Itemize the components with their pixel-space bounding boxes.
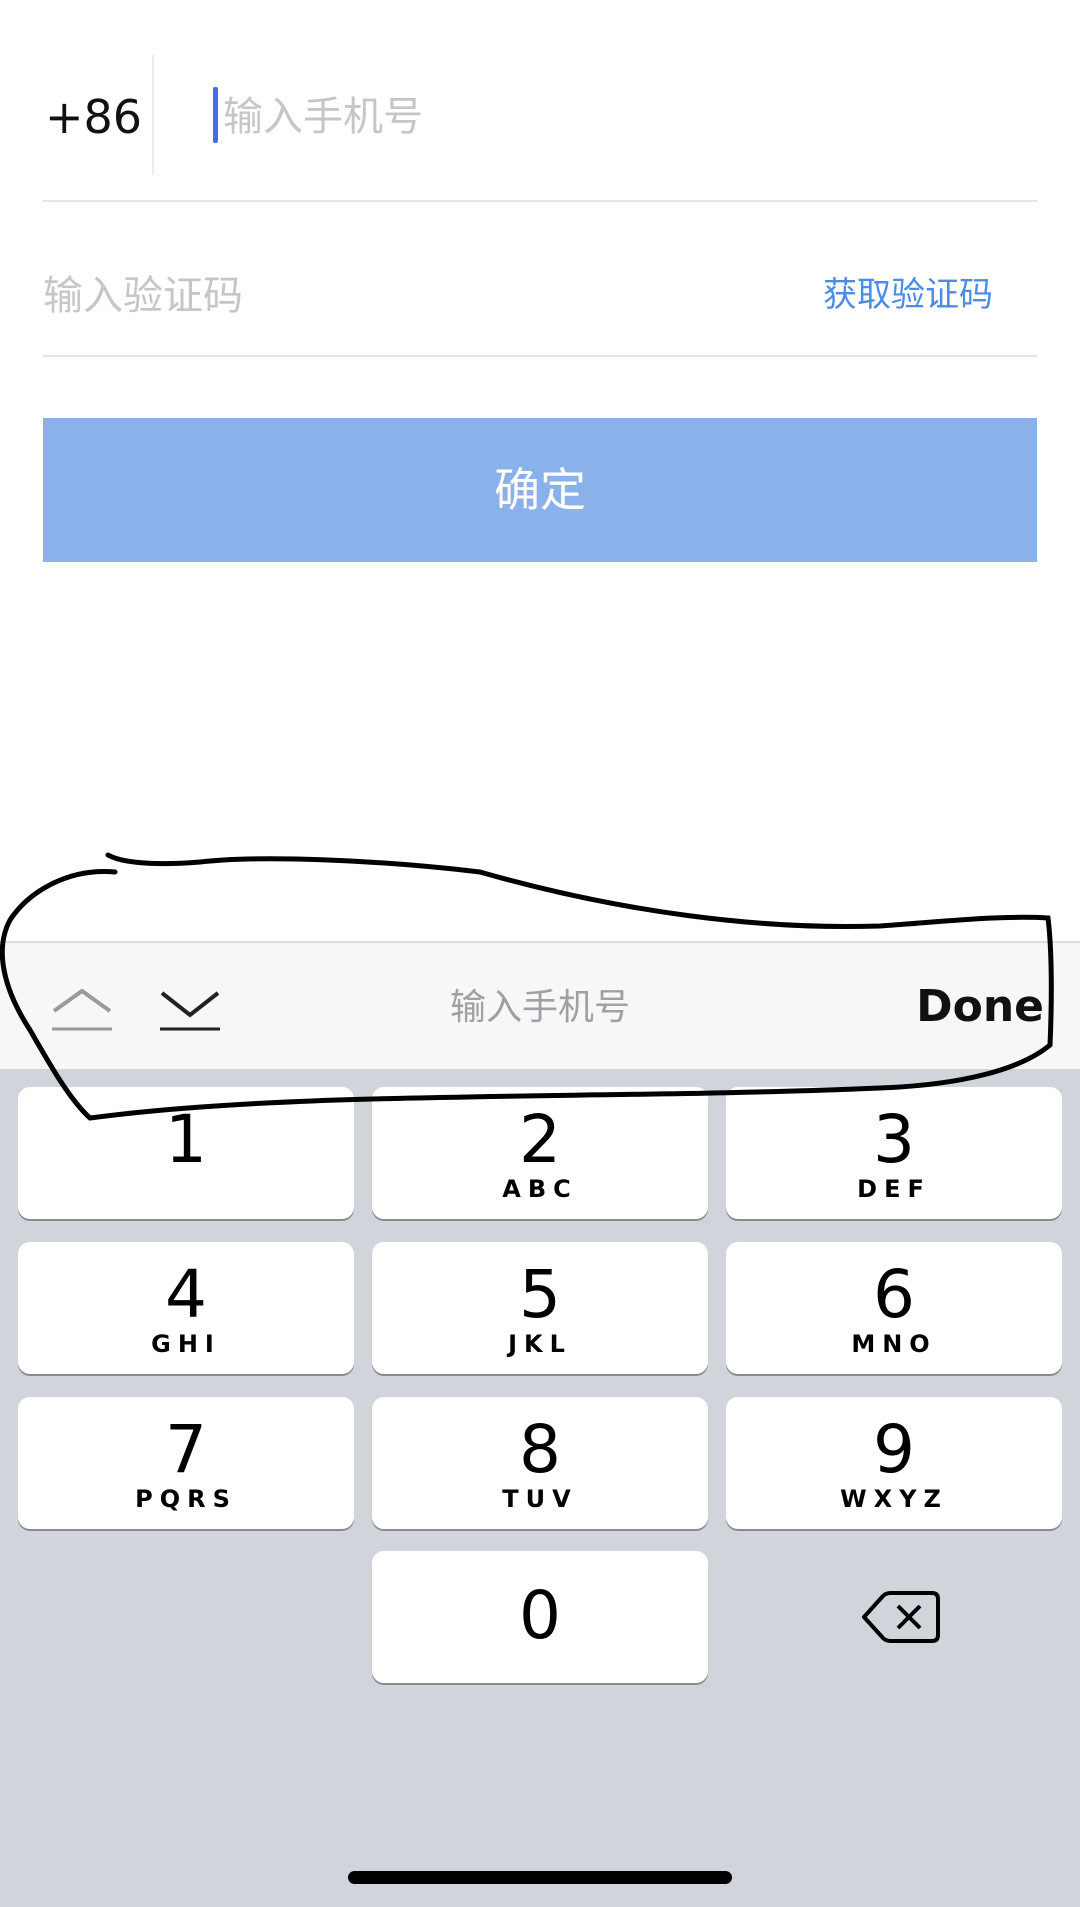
key-letters: WXYZ bbox=[840, 1485, 948, 1513]
get-code-button[interactable]: 获取验证码 bbox=[823, 265, 993, 325]
login-form: +86 输入手机号 输入验证码 获取验证码 确定 bbox=[0, 0, 1080, 940]
key-letters: GHI bbox=[151, 1330, 221, 1358]
key-1[interactable]: 1 bbox=[18, 1087, 354, 1219]
key-9[interactable]: 9 WXYZ bbox=[726, 1397, 1062, 1529]
key-4[interactable]: 4 GHI bbox=[18, 1242, 354, 1374]
done-button[interactable]: Done bbox=[916, 975, 1044, 1039]
verification-code-input[interactable]: 输入验证码 bbox=[43, 261, 243, 331]
key-digit: 8 bbox=[519, 1411, 561, 1488]
key-8[interactable]: 8 TUV bbox=[372, 1397, 708, 1529]
key-digit: 0 bbox=[519, 1577, 561, 1654]
confirm-button[interactable]: 确定 bbox=[43, 418, 1037, 562]
key-letters: MNO bbox=[851, 1330, 937, 1358]
key-digit: 9 bbox=[873, 1411, 915, 1488]
key-6[interactable]: 6 MNO bbox=[726, 1242, 1062, 1374]
key-digit: 5 bbox=[519, 1256, 561, 1333]
key-letters: PQRS bbox=[135, 1485, 237, 1513]
key-7[interactable]: 7 PQRS bbox=[18, 1397, 354, 1529]
key-letters: TUV bbox=[502, 1485, 578, 1513]
code-row: 输入验证码 获取验证码 bbox=[43, 245, 1037, 357]
key-letters: ABC bbox=[502, 1175, 578, 1203]
phone-input[interactable]: 输入手机号 bbox=[43, 82, 1037, 152]
key-digit: 2 bbox=[519, 1101, 561, 1178]
key-digit: 1 bbox=[165, 1101, 207, 1178]
keyboard-toolbar: 输入手机号 Done bbox=[0, 941, 1080, 1071]
key-digit: 3 bbox=[873, 1101, 915, 1178]
key-digit: 4 bbox=[165, 1256, 207, 1333]
key-letters: JKL bbox=[508, 1330, 572, 1358]
key-5[interactable]: 5 JKL bbox=[372, 1242, 708, 1374]
key-3[interactable]: 3 DEF bbox=[726, 1087, 1062, 1219]
phone-row: +86 输入手机号 bbox=[43, 45, 1037, 202]
phone-input-placeholder: 输入手机号 bbox=[223, 94, 423, 140]
key-letters: DEF bbox=[857, 1175, 931, 1203]
key-digit: 7 bbox=[165, 1411, 207, 1488]
key-digit: 6 bbox=[873, 1256, 915, 1333]
home-indicator bbox=[348, 1871, 732, 1884]
backspace-icon bbox=[862, 1591, 940, 1643]
backspace-key[interactable] bbox=[726, 1551, 1062, 1683]
key-0[interactable]: 0 bbox=[372, 1551, 708, 1683]
key-2[interactable]: 2 ABC bbox=[372, 1087, 708, 1219]
